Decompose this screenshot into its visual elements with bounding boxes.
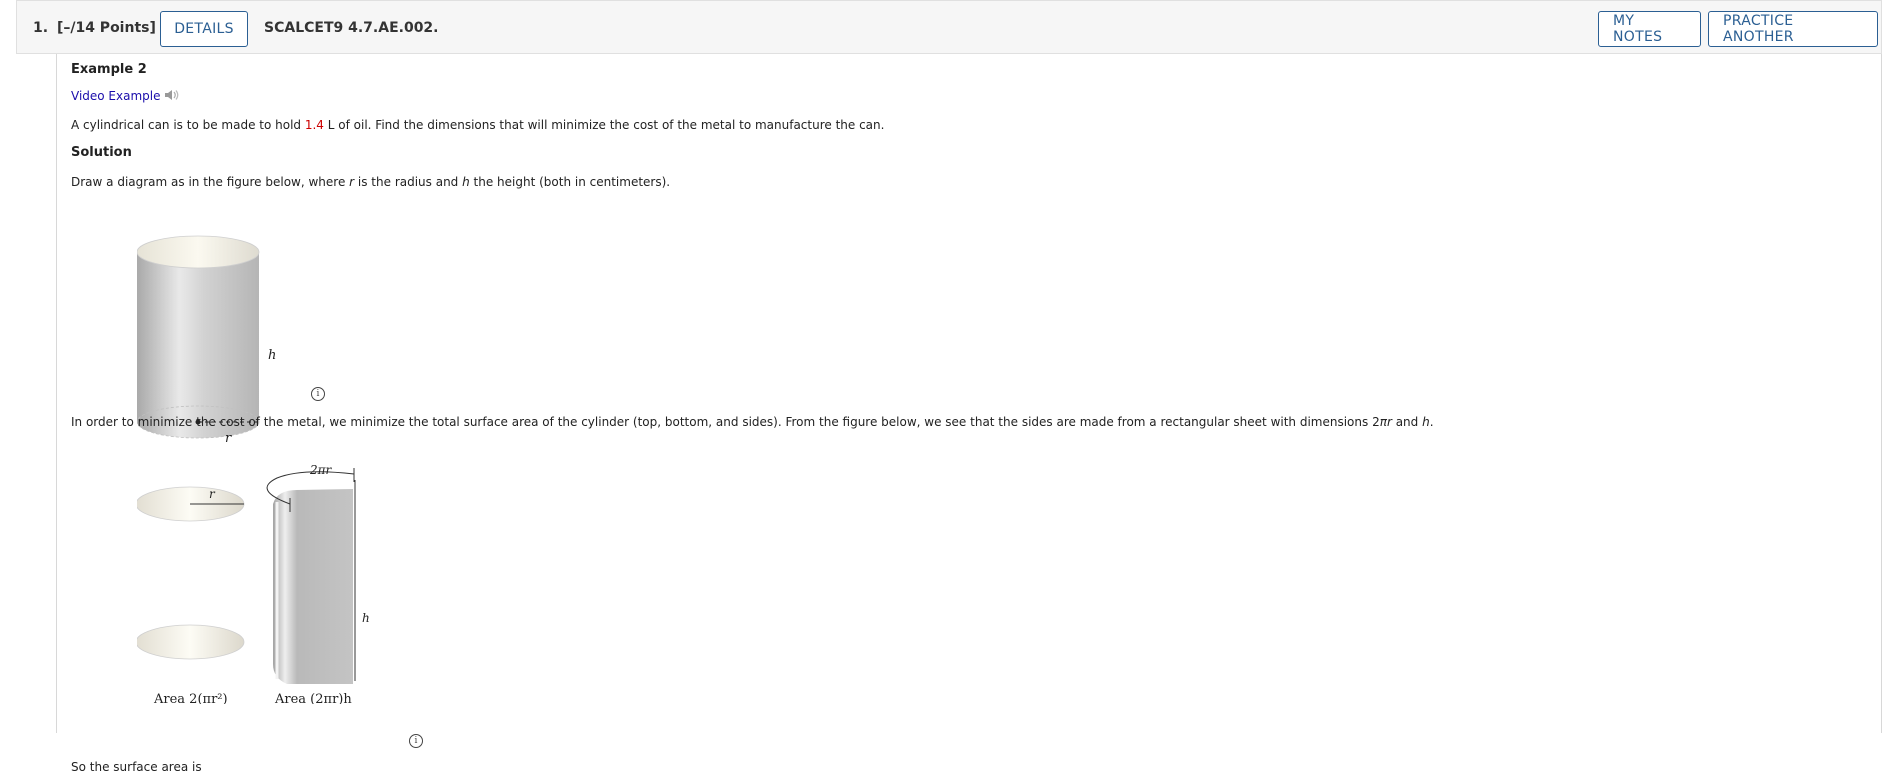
surface-area-text: So the surface area is <box>71 760 202 774</box>
info-icon[interactable]: i <box>409 734 423 748</box>
question-content: Example 2 Video Example A cylindrical ca… <box>56 54 1882 774</box>
cylinder-r-label: r <box>225 431 232 446</box>
solution-heading: Solution <box>71 145 132 160</box>
draw-instruction: Draw a diagram as in the figure below, w… <box>71 175 671 189</box>
volume-value: 1.4 <box>304 118 324 132</box>
surface-area-figure: r 2πr h Area 2(πr²) Area (2πr)h <box>137 463 370 704</box>
two-pi-r-label: 2πr <box>309 463 333 477</box>
problem-statement: A cylindrical can is to be made to hold … <box>71 118 885 132</box>
video-example-link-row: Video Example <box>71 89 180 103</box>
practice-another-button[interactable]: PRACTICE ANOTHER <box>1708 11 1878 47</box>
question-header: 1. [–/14 Points] DETAILS SCALCET9 4.7.AE… <box>16 0 1882 54</box>
example-title: Example 2 <box>71 62 147 77</box>
video-example-link[interactable]: Video Example <box>71 89 161 103</box>
info-icon[interactable]: i <box>311 387 325 401</box>
area-side-label: Area (2πr)h <box>274 692 352 704</box>
my-notes-button[interactable]: MY NOTES <box>1598 11 1701 47</box>
speaker-icon[interactable] <box>164 89 180 101</box>
area-circles-label: Area 2(πr²) <box>153 692 228 704</box>
sheet-h-label: h <box>362 611 370 625</box>
details-button[interactable]: DETAILS <box>160 11 248 47</box>
minimize-explanation: In order to minimize the cost of the met… <box>71 415 1434 429</box>
cylinder-h-label: h <box>268 348 276 363</box>
problem-code: SCALCET9 4.7.AE.002. <box>264 20 439 36</box>
question-number: 1. [–/14 Points] <box>33 20 156 36</box>
